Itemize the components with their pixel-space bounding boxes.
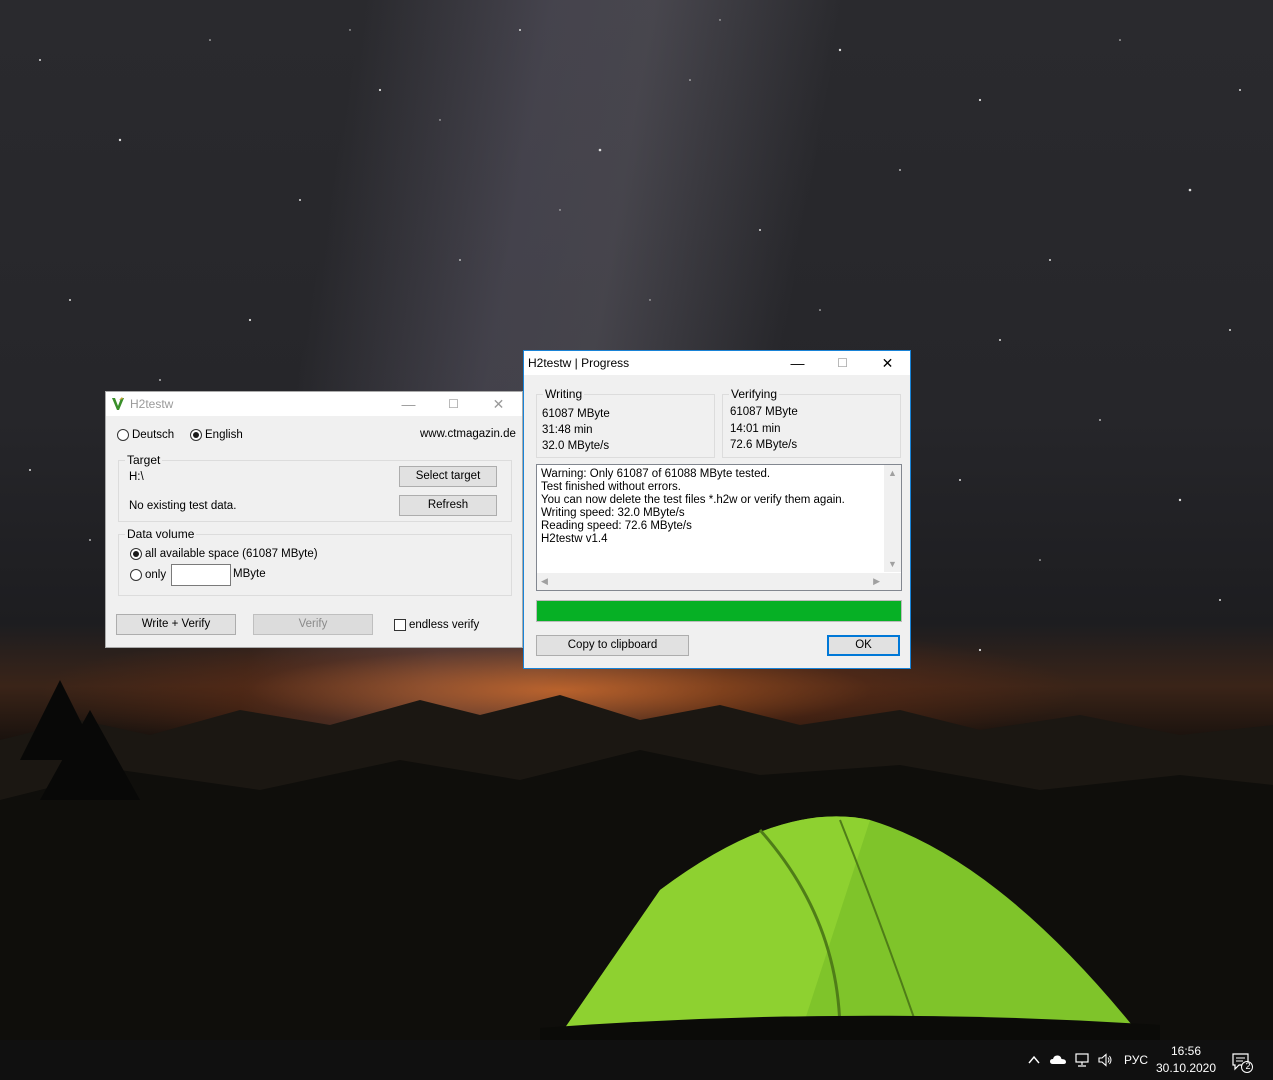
scroll-left-icon[interactable]: ◀ (541, 576, 548, 587)
scroll-up-icon[interactable]: ▲ (888, 468, 897, 478)
log-line: You can now delete the test files *.h2w … (541, 494, 845, 506)
writing-group-label: Writing (543, 387, 585, 401)
all-space-label: all available space (61087 MByte) (145, 548, 318, 560)
volume-icon[interactable] (1097, 1052, 1113, 1068)
endless-verify-checkbox[interactable] (394, 619, 406, 631)
data-volume-group-label: Data volume (125, 527, 197, 541)
onedrive-cloud-icon[interactable] (1049, 1052, 1067, 1068)
chevron-up-icon[interactable] (1026, 1052, 1042, 1068)
only-label: only (145, 569, 167, 581)
log-line: Writing speed: 32.0 MByte/s (541, 507, 685, 519)
h2testw-progress-window: H2testw | Progress — ☐ ✕ Writing 61087 M… (523, 350, 911, 669)
verifying-speed: 72.6 MByte/s (730, 439, 798, 451)
taskbar: РУС 16:56 30.10.2020 2 (0, 1040, 1273, 1080)
refresh-button[interactable]: Refresh (399, 495, 497, 516)
minimize-button[interactable]: — (775, 351, 820, 375)
target-group-label: Target (125, 453, 163, 467)
verifying-group-label: Verifying (729, 387, 780, 401)
endless-verify-label: endless verify (409, 619, 480, 631)
verifying-size: 61087 MByte (730, 406, 798, 418)
log-line: Test finished without errors. (541, 481, 681, 493)
h2testw-main-window: H2testw — ☐ ✕ Deutsch English www.ctmaga… (105, 391, 523, 648)
all-space-radio[interactable] (130, 548, 142, 560)
writing-time: 31:48 min (542, 424, 593, 436)
log-line: Reading speed: 72.6 MByte/s (541, 520, 692, 532)
h2testw-app-icon (112, 397, 124, 410)
maximize-button[interactable]: ☐ (431, 392, 476, 416)
ok-button[interactable]: OK (827, 635, 900, 656)
main-titlebar[interactable]: H2testw — ☐ ✕ (106, 392, 522, 416)
english-label: English (205, 429, 243, 441)
copy-to-clipboard-button[interactable]: Copy to clipboard (536, 635, 689, 656)
progress-bar-fill (537, 601, 901, 621)
close-button[interactable]: ✕ (865, 351, 910, 375)
tent-illustration (540, 816, 1160, 1040)
scrollbar-corner (884, 573, 901, 590)
scroll-down-icon[interactable]: ▼ (888, 559, 897, 569)
target-path: H:\ (129, 471, 144, 483)
target-status: No existing test data. (129, 500, 237, 512)
main-window-title: H2testw (130, 397, 174, 411)
verifying-time: 14:01 min (730, 423, 781, 435)
only-radio[interactable] (130, 569, 142, 581)
notification-count-badge: 2 (1245, 1061, 1251, 1071)
progress-bar (536, 600, 902, 622)
writing-size: 61087 MByte (542, 408, 610, 420)
log-line: H2testw v1.4 (541, 533, 608, 545)
mbyte-unit-label: MByte (233, 568, 266, 580)
select-target-button[interactable]: Select target (399, 466, 497, 487)
only-mbyte-input[interactable] (171, 564, 231, 586)
deutsch-radio[interactable] (117, 429, 129, 441)
network-icon[interactable] (1074, 1052, 1090, 1068)
write-verify-button[interactable]: Write + Verify (116, 614, 236, 635)
vertical-scrollbar[interactable]: ▲ ▼ (884, 465, 901, 572)
writing-speed: 32.0 MByte/s (542, 440, 610, 452)
result-log-textbox[interactable]: Warning: Only 61087 of 61088 MByte teste… (536, 464, 902, 591)
website-link[interactable]: www.ctmagazin.de (420, 428, 516, 440)
close-button[interactable]: ✕ (476, 392, 521, 416)
input-language-indicator[interactable]: РУС (1121, 1040, 1151, 1080)
deutsch-label: Deutsch (132, 429, 175, 441)
progress-titlebar[interactable]: H2testw | Progress — ☐ ✕ (524, 351, 910, 375)
verify-button[interactable]: Verify (253, 614, 373, 635)
taskbar-clock[interactable]: 16:56 30.10.2020 (1153, 1043, 1219, 1077)
log-line: Warning: Only 61087 of 61088 MByte teste… (541, 468, 771, 480)
clock-time: 16:56 (1170, 1044, 1202, 1058)
maximize-button[interactable]: ☐ (820, 351, 865, 375)
clock-date: 30.10.2020 (1155, 1061, 1217, 1075)
horizontal-scrollbar[interactable]: ◀ ▶ (537, 573, 884, 590)
progress-window-title: H2testw | Progress (528, 356, 630, 370)
english-radio[interactable] (190, 429, 202, 441)
minimize-button[interactable]: — (386, 392, 431, 416)
scroll-right-icon[interactable]: ▶ (873, 576, 880, 587)
